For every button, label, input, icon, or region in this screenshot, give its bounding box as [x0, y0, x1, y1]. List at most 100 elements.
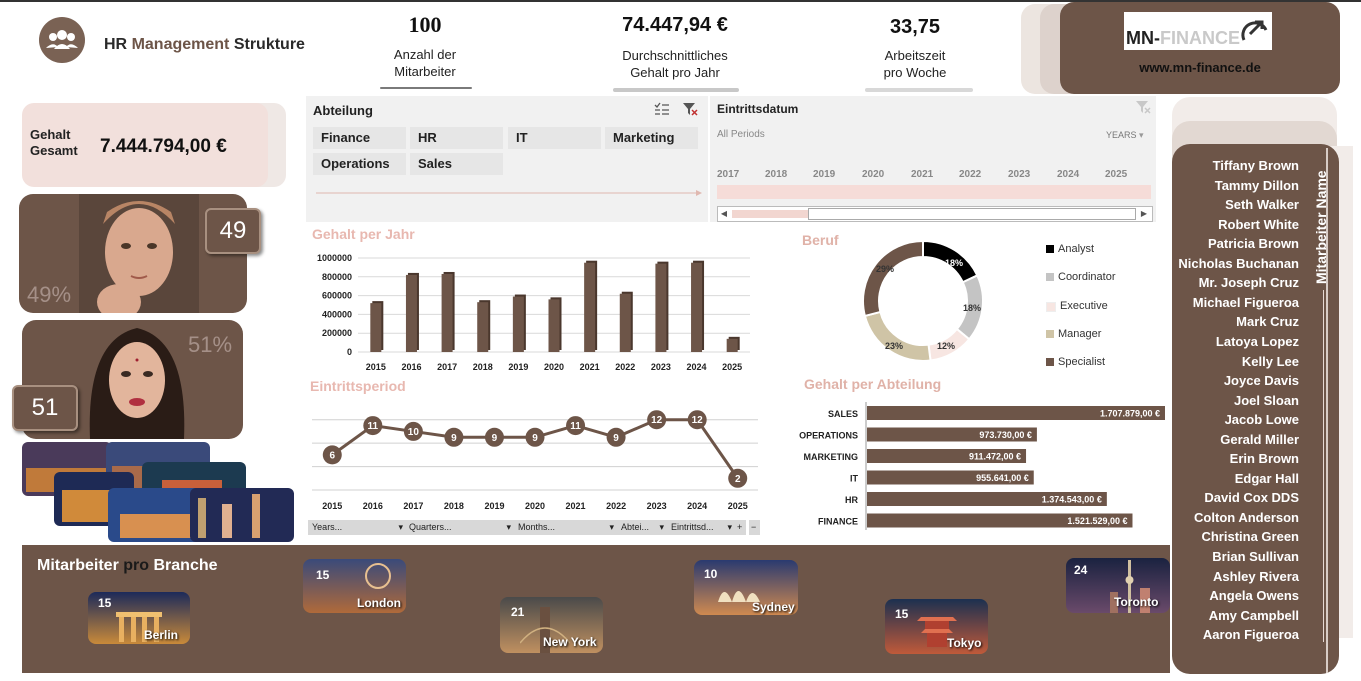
slicer-item-finance[interactable]: Finance — [313, 127, 406, 149]
field-button-quarters[interactable]: Quarters... ▾ — [405, 520, 514, 535]
employee-item[interactable]: Angela Owens — [1169, 588, 1299, 603]
employee-item[interactable]: Nicholas Buchanan — [1169, 256, 1299, 271]
chart-abteilung-title: Gehalt per Abteilung — [804, 376, 942, 392]
employee-item[interactable]: Kelly Lee — [1169, 354, 1299, 369]
employee-item[interactable]: Joyce Davis — [1169, 373, 1299, 388]
city-count: 15 — [98, 596, 112, 610]
employee-item[interactable]: Latoya Lopez — [1169, 334, 1299, 349]
kpi-hours: 33,75 Arbeitszeit pro Woche — [860, 16, 970, 81]
collapse-minus-icon[interactable]: − — [749, 520, 760, 535]
y-tick-label: 800000 — [322, 272, 352, 282]
app-title: HR Management Strukture — [104, 36, 305, 53]
employee-item[interactable]: Amy Campbell — [1169, 608, 1299, 623]
category-label: MARKETING — [804, 452, 859, 462]
city-card-tokyo[interactable]: 15 Tokyo — [885, 599, 988, 654]
employee-item[interactable]: Edgar Hall — [1169, 471, 1299, 486]
bar — [512, 296, 524, 352]
female-pct: 51% — [188, 332, 233, 357]
city-card-berlin[interactable]: 15 Berlin — [88, 592, 190, 644]
data-label: 11 — [368, 421, 379, 432]
clear-filter-icon[interactable] — [1135, 100, 1151, 119]
category-label: SALES — [828, 409, 858, 419]
employee-item[interactable]: David Cox DDS — [1169, 490, 1299, 505]
city-count: 15 — [316, 568, 330, 582]
employee-item[interactable]: Tiffany Brown — [1169, 158, 1299, 173]
male-count-badge: 49 — [205, 208, 261, 254]
timeline-year[interactable]: 2019 — [813, 169, 835, 180]
city-collage — [22, 442, 294, 544]
chart-beruf-legend: Analyst Coordinator Executive Manager Specia… — [1046, 243, 1166, 384]
chart-eintrittsperiod: 6 2015 11 2016 10 2017 9 2018 9 2019 9 2020 11 2021 9 2… — [312, 410, 758, 511]
employee-item[interactable]: Christina Green — [1169, 529, 1299, 544]
emp-title-line — [1323, 290, 1324, 642]
field-button-years[interactable]: Years... ▾ — [308, 520, 406, 535]
employee-item[interactable]: Erin Brown — [1169, 451, 1299, 466]
field-button-abteilung[interactable]: Abtei... ▾ — [617, 520, 667, 535]
timeline-year[interactable]: 2023 — [1008, 169, 1030, 180]
employee-item[interactable]: Patricia Brown — [1169, 236, 1299, 251]
legend-swatch — [1046, 273, 1054, 282]
employee-item[interactable]: Michael Figueroa — [1169, 295, 1299, 310]
slicer-item-marketing[interactable]: Marketing — [605, 127, 698, 149]
data-label: 10 — [408, 427, 420, 438]
employee-item[interactable]: Aaron Figueroa — [1169, 627, 1299, 642]
field-button-eintrittsdatum[interactable]: Eintrittsd... ▾ — [667, 520, 735, 535]
timeline-year[interactable]: 2024 — [1057, 169, 1079, 180]
timeline-year[interactable]: 2020 — [862, 169, 884, 180]
value-label: 955.641,00 € — [976, 473, 1029, 483]
expand-plus-icon[interactable]: + — [735, 520, 746, 535]
slice-label: 12% — [937, 341, 955, 351]
city-card-london[interactable]: 15 London — [303, 559, 406, 613]
timeline-level-select[interactable]: YEARS ▾ — [1106, 130, 1144, 141]
data-label: 6 — [329, 450, 335, 461]
employee-item[interactable]: Mr. Joseph Cruz — [1169, 275, 1299, 290]
slice-label: 29% — [876, 264, 894, 274]
timeline-year[interactable]: 2017 — [717, 169, 739, 180]
slicer-item-hr[interactable]: HR — [410, 127, 503, 149]
chevron-down-icon: ▾ — [727, 522, 732, 532]
scrollbar-thumb[interactable] — [808, 208, 1136, 220]
x-tick-label: 2016 — [401, 362, 421, 372]
data-label: 9 — [532, 433, 538, 444]
timeline-year[interactable]: 2022 — [959, 169, 981, 180]
employee-item[interactable]: Mark Cruz — [1169, 314, 1299, 329]
kpi-label-2: Mitarbeiter — [394, 64, 456, 79]
employee-item[interactable]: Gerald Miller — [1169, 432, 1299, 447]
timeline-year[interactable]: 2021 — [911, 169, 933, 180]
scroll-right-icon[interactable]: ▶ — [1138, 207, 1150, 221]
employee-item[interactable]: Brian Sullivan — [1169, 549, 1299, 564]
y-tick-label: 600000 — [322, 291, 352, 301]
timeline-year[interactable]: 2025 — [1105, 169, 1127, 180]
city-count: 21 — [511, 605, 525, 619]
field-button-months[interactable]: Months... ▾ — [514, 520, 617, 535]
employee-item[interactable]: Jacob Lowe — [1169, 412, 1299, 427]
slicer-item-sales[interactable]: Sales — [410, 153, 503, 175]
employee-item[interactable]: Ashley Rivera — [1169, 569, 1299, 584]
branche-title: Mitarbeiter pro Branche — [37, 557, 218, 574]
employee-item[interactable]: Robert White — [1169, 217, 1299, 232]
city-name: Toronto — [1114, 595, 1159, 609]
scroll-left-icon[interactable]: ◀ — [718, 207, 730, 221]
city-card-toronto[interactable]: 24 Toronto — [1066, 558, 1170, 613]
chart-gehalt-jahr-title: Gehalt per Jahr — [312, 226, 415, 242]
slicer-item-it[interactable]: IT — [508, 127, 601, 149]
timeline-scrollbar[interactable]: ◀ ▶ — [717, 206, 1153, 222]
city-card-new-york[interactable]: 21 New York — [500, 597, 603, 653]
bar — [370, 303, 382, 352]
clear-filter-icon[interactable] — [682, 102, 698, 121]
brand-url[interactable]: www.mn-finance.de — [1060, 60, 1340, 75]
kpi-label-2: pro Woche — [883, 65, 947, 80]
legend-label: Executive — [1060, 299, 1108, 312]
multi-select-icon[interactable] — [654, 102, 670, 121]
legend-entry: Specialist — [1046, 356, 1166, 384]
employee-item[interactable]: Tammy Dillon — [1169, 178, 1299, 193]
x-tick-label: 2025 — [728, 501, 748, 511]
city-card-sydney[interactable]: 10 Sydney — [694, 560, 798, 615]
timeline-year[interactable]: 2018 — [765, 169, 787, 180]
timeline-bar[interactable] — [717, 185, 1151, 199]
employee-item[interactable]: Colton Anderson — [1169, 510, 1299, 525]
slicer-item-operations[interactable]: Operations — [313, 153, 406, 175]
kpi-value: 33,75 — [889, 16, 941, 38]
employee-item[interactable]: Joel Sloan — [1169, 393, 1299, 408]
employee-item[interactable]: Seth Walker — [1169, 197, 1299, 212]
